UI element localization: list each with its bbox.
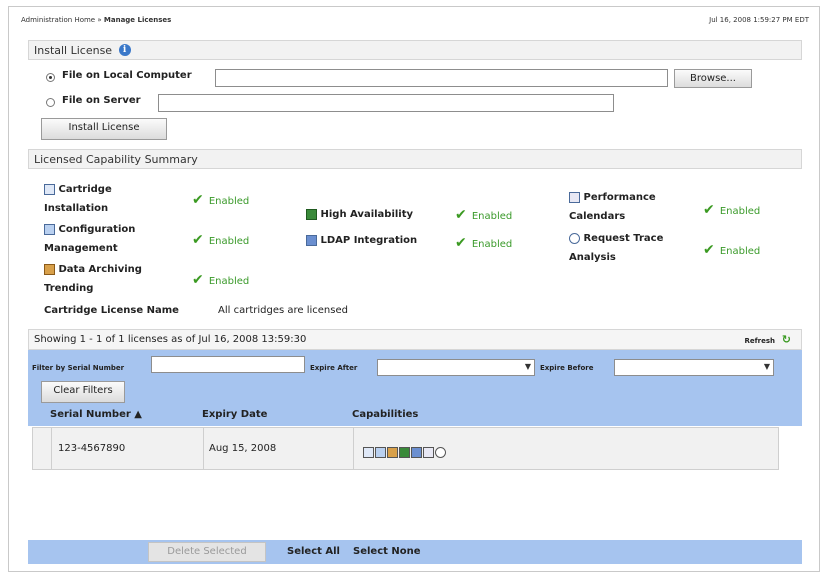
row-divider — [203, 428, 204, 469]
licenses-status-bar: Showing 1 - 1 of 1 licenses as of Jul 16… — [28, 329, 802, 350]
cartridge-install-icon — [44, 183, 55, 195]
cap-status-archiving: ✔ Enabled — [192, 269, 249, 288]
expire-after-label: Expire After — [310, 364, 358, 372]
filter-serial-input[interactable] — [151, 356, 305, 373]
cap-status-configuration: ✔ Enabled — [192, 229, 249, 248]
delete-selected-button[interactable]: Delete Selected — [148, 542, 266, 562]
local-file-radio[interactable] — [46, 73, 55, 82]
select-none-link[interactable]: Select None — [353, 546, 421, 557]
cap-name: High Availability — [320, 209, 414, 220]
cap-status: Enabled — [471, 211, 513, 222]
col-expiry-date[interactable]: Expiry Date — [202, 409, 267, 420]
check-icon: ✔ — [703, 242, 715, 258]
breadcrumb-separator: » — [97, 16, 102, 24]
local-file-input[interactable] — [215, 69, 668, 87]
cap-high-availability: High Availability — [306, 205, 413, 224]
server-file-radio[interactable] — [46, 98, 55, 107]
breadcrumb-home[interactable]: Administration Home — [21, 16, 95, 24]
ldap-icon — [306, 234, 317, 246]
capability-summary-title: Licensed Capability Summary — [34, 153, 198, 166]
expire-after-select[interactable]: ▼ — [377, 359, 535, 376]
showing-text: Showing 1 - 1 of 1 licenses as of Jul 16… — [34, 334, 307, 345]
high-availability-icon — [306, 208, 317, 220]
cap-status-calendars: ✔ Enabled — [703, 199, 760, 218]
timestamp: Jul 16, 2008 1:59:27 PM EDT — [709, 16, 809, 24]
cap-cartridge-installation: Cartridge Installation — [44, 180, 164, 218]
data-archiving-icon — [387, 447, 398, 458]
cap-request-trace: Request Trace Analysis — [569, 229, 684, 267]
calendar-icon — [423, 447, 434, 458]
cap-status-ldap: ✔ Enabled — [455, 232, 512, 251]
configuration-icon — [44, 223, 55, 235]
chevron-down-icon: ▼ — [524, 362, 531, 371]
cap-ldap-integration: LDAP Integration — [306, 231, 417, 250]
data-archiving-icon — [44, 263, 55, 275]
row-capability-icons — [363, 442, 447, 461]
cap-status: Enabled — [208, 236, 250, 247]
footer-bar: Delete Selected Select All Select None — [28, 540, 802, 564]
check-icon: ✔ — [192, 272, 204, 288]
cap-status: Enabled — [719, 246, 761, 257]
cap-name: LDAP Integration — [320, 235, 418, 246]
cartridge-license-value: All cartridges are licensed — [218, 305, 348, 316]
cap-status-trace: ✔ Enabled — [703, 239, 760, 258]
server-file-input[interactable] — [158, 94, 614, 112]
local-file-label: File on Local Computer — [62, 70, 192, 81]
filter-panel: Filter by Serial Number Expire After ▼ E… — [28, 350, 802, 405]
cap-status: Enabled — [719, 206, 761, 217]
cap-data-archiving: Data Archiving Trending — [44, 260, 164, 298]
cap-name: Performance Calendars — [569, 192, 656, 222]
cap-name: Configuration Management — [44, 224, 136, 254]
cap-status-cartridge: ✔ Enabled — [192, 189, 249, 208]
expire-before-select[interactable]: ▼ — [614, 359, 774, 376]
cap-status: Enabled — [208, 196, 250, 207]
refresh-icon[interactable]: ↻ — [782, 333, 791, 346]
check-icon: ✔ — [703, 202, 715, 218]
server-file-label: File on Server — [62, 95, 141, 106]
capability-summary-section: Licensed Capability Summary — [28, 149, 802, 169]
col-serial-number[interactable]: Serial Number ▲ — [50, 409, 142, 420]
grid-header: Serial Number ▲ Expiry Date Capabilities — [28, 405, 802, 426]
install-license-section: Install License i — [28, 40, 802, 60]
table-row[interactable]: 123-4567890 Aug 15, 2008 — [32, 427, 779, 470]
expire-before-label: Expire Before — [540, 364, 594, 372]
high-availability-icon — [399, 447, 410, 458]
cap-name: Request Trace Analysis — [569, 233, 664, 263]
clear-filters-button[interactable]: Clear Filters — [41, 381, 125, 403]
cap-status: Enabled — [208, 276, 250, 287]
install-license-button[interactable]: Install License — [41, 118, 167, 140]
col-capabilities[interactable]: Capabilities — [352, 409, 418, 420]
cartridge-install-icon — [363, 447, 374, 458]
request-trace-icon — [435, 447, 446, 458]
row-divider — [51, 428, 52, 469]
check-icon: ✔ — [192, 192, 204, 208]
row-expiry: Aug 15, 2008 — [209, 443, 277, 454]
cap-status: Enabled — [471, 239, 513, 250]
cap-status-ha: ✔ Enabled — [455, 204, 512, 223]
cap-configuration-management: Configuration Management — [44, 220, 164, 258]
request-trace-icon — [569, 232, 580, 244]
chevron-down-icon: ▼ — [763, 362, 770, 371]
cap-performance-calendars: Performance Calendars — [569, 188, 684, 226]
breadcrumb-current: Manage Licenses — [103, 16, 172, 24]
ldap-icon — [411, 447, 422, 458]
refresh-link[interactable]: Refresh — [744, 337, 775, 345]
calendar-icon — [569, 191, 580, 203]
install-license-title: Install License — [34, 44, 113, 57]
row-serial: 123-4567890 — [58, 443, 126, 454]
cap-name: Data Archiving Trending — [44, 264, 142, 294]
browse-button[interactable]: Browse... — [674, 69, 752, 88]
configuration-icon — [375, 447, 386, 458]
info-icon[interactable]: i — [118, 44, 131, 56]
select-all-link[interactable]: Select All — [287, 546, 340, 557]
cap-name: Cartridge Installation — [44, 184, 112, 214]
breadcrumb: Administration Home » Manage Licenses — [21, 16, 171, 24]
check-icon: ✔ — [455, 235, 467, 251]
check-icon: ✔ — [455, 207, 467, 223]
check-icon: ✔ — [192, 232, 204, 248]
filter-serial-label: Filter by Serial Number — [32, 364, 125, 372]
row-divider — [353, 428, 354, 469]
cartridge-license-label: Cartridge License Name — [44, 305, 179, 316]
